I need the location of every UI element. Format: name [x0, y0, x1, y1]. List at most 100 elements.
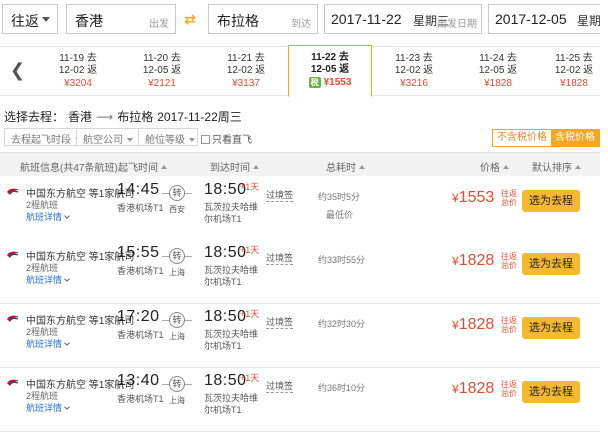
next-day-badge: +1天 — [240, 245, 260, 255]
depart-date-input[interactable]: 2017-11-22 星期三 出发日期 — [324, 4, 482, 34]
transit-info[interactable]: 转西安 — [162, 185, 192, 215]
trip-type-value: 往返 — [11, 13, 39, 29]
date-option[interactable]: 11-24 去 12-05 返 ¥1828 — [456, 47, 540, 95]
flight-price: ¥1828 — [452, 380, 494, 398]
chevron-left-icon[interactable]: ❮ — [10, 60, 25, 81]
table-header: 航班信息(共47条航班) 起飞时间 到达时间 总耗时 价格 默认排序 — [0, 152, 600, 176]
flight-detail-link[interactable]: 航班详情 — [26, 337, 70, 350]
excl-tax-button[interactable]: 不含税价格 — [493, 130, 551, 146]
date-option[interactable]: 11-21 去 12-02 返 ¥3137 — [204, 47, 288, 95]
flight-detail-label: 航班详情 — [26, 403, 63, 413]
flight-detail-link[interactable]: 航班详情 — [26, 210, 70, 223]
china-eastern-logo-icon — [7, 188, 19, 195]
choose-outbound-button[interactable]: 选为去程 — [522, 190, 580, 212]
date-return: 12-02 返 — [58, 65, 98, 76]
flight-detail-label: 航班详情 — [26, 212, 63, 222]
col-arrive-sort[interactable]: 到达时间 — [210, 159, 259, 174]
date-go: 11-25 去 — [555, 53, 593, 64]
transit-info[interactable]: 转上海 — [162, 312, 192, 342]
date-go: 11-21 去 — [227, 53, 265, 64]
price-value: 1828 — [458, 316, 495, 333]
col-price-sort[interactable]: 价格 — [480, 159, 509, 174]
from-city-label: 出发 — [149, 19, 169, 30]
transit-city: 上海 — [169, 396, 185, 405]
col-depart-label: 起飞时间 — [118, 163, 158, 174]
flight-price: ¥1828 — [452, 252, 494, 270]
transit-city: 上海 — [169, 268, 185, 277]
from-city-input[interactable]: 香港 出发 — [66, 4, 176, 34]
to-city-label: 到达 — [291, 19, 311, 30]
date-option[interactable]: 11-23 去 12-02 返 ¥3216 — [372, 47, 456, 95]
flight-count: (共47条航班) — [60, 163, 118, 174]
chevron-down-icon — [64, 276, 70, 282]
date-price: ¥1828 — [484, 78, 512, 89]
price-value: 1828 — [458, 380, 495, 397]
chevron-down-icon — [64, 404, 70, 410]
choose-outbound-button[interactable]: 选为去程 — [522, 317, 580, 339]
chevron-down-icon — [42, 17, 50, 22]
incl-tax-button[interactable]: 含税价格 — [551, 130, 599, 146]
date-return: 12-05 返 — [310, 64, 350, 75]
cabin-filter[interactable]: 舱位等级 — [138, 128, 198, 146]
price-value: 1828 — [458, 252, 495, 269]
date-option-selected[interactable]: 11-22 去 12-05 返 税 ¥1553 — [288, 45, 372, 97]
col-info: 航班信息(共47条航班) — [20, 159, 118, 174]
sort-up-icon — [575, 165, 581, 169]
flight-row: 中国东方航空 等1家航司 2程航班 航班详情 17:20 香港机场T1 转上海 18:50 +… — [0, 304, 600, 368]
transfer-icon: 转 — [169, 248, 185, 264]
flight-row: 中国东方航空 等1家航司 2程航班 航班详情 14:45 香港机场T1 转西安 18:50 +… — [0, 177, 600, 241]
depart-airport: 香港机场T1 — [117, 394, 164, 404]
transit-visa-link[interactable]: 过境签 — [266, 188, 294, 202]
depart-airport: 香港机场T1 — [117, 330, 164, 340]
filter-label: 航空公司 — [83, 135, 123, 146]
transit-info[interactable]: 转上海 — [162, 376, 192, 406]
next-day-badge: +1天 — [240, 373, 260, 383]
col-depart-sort[interactable]: 起飞时间 — [118, 159, 167, 174]
transit-visa-link[interactable]: 过境签 — [266, 315, 294, 329]
choose-outbound-button[interactable]: 选为去程 — [522, 253, 580, 275]
date-return: 12-02 返 — [226, 65, 266, 76]
depart-time-filter[interactable]: 去程起飞时段 — [4, 128, 81, 146]
date-price: ¥1828 — [560, 78, 588, 89]
swap-cities-icon[interactable]: ⇄ — [181, 10, 199, 28]
flight-detail-link[interactable]: 航班详情 — [26, 273, 70, 286]
col-duration-sort[interactable]: 总耗时 — [326, 159, 365, 174]
route-from: 香港 — [68, 110, 93, 124]
flight-detail-label: 航班详情 — [26, 275, 63, 285]
chevron-down-icon — [64, 340, 70, 346]
airline-filter[interactable]: 航空公司 — [76, 128, 140, 146]
date-return: 12-05 返 — [142, 65, 182, 76]
flight-detail-link[interactable]: 航班详情 — [26, 401, 70, 414]
transfer-icon: 转 — [169, 376, 185, 392]
transit-visa-link[interactable]: 过境签 — [266, 379, 294, 393]
date-option[interactable]: 11-20 去 12-05 返 ¥2121 — [120, 47, 204, 95]
to-city-input[interactable]: 布拉格 到达 — [208, 4, 318, 34]
arrow-right-icon: ⟶ — [96, 110, 114, 124]
depart-time: 17:20 — [117, 308, 160, 325]
transit-info[interactable]: 转上海 — [162, 248, 192, 278]
date-option[interactable]: 11-25 去 12-02 返 ¥1828 — [540, 47, 608, 95]
date-option[interactable]: 11-19 去 12-02 返 ¥3204 — [36, 47, 120, 95]
direct-only-checkbox[interactable]: 只看直飞 — [201, 131, 252, 146]
price-type: 往返总价 — [501, 380, 517, 398]
transit-city: 西安 — [169, 205, 185, 214]
col-arrive-label: 到达时间 — [210, 163, 250, 174]
arrive-airport: 瓦茨拉夫哈维尔机场T1 — [204, 265, 259, 287]
depart-date-label: 出发日期 — [437, 19, 477, 30]
date-return: 12-05 返 — [478, 65, 518, 76]
arrive-airport: 瓦茨拉夫哈维尔机场T1 — [204, 393, 259, 415]
choose-outbound-button[interactable]: 选为去程 — [522, 381, 580, 403]
transfer-icon: 转 — [169, 185, 185, 201]
flight-price: ¥1828 — [452, 316, 494, 334]
total-duration: 约32时30分 — [318, 319, 366, 329]
col-default-sort[interactable]: 默认排序 — [532, 159, 581, 174]
date-price: ¥2121 — [148, 78, 176, 89]
china-eastern-logo-icon — [7, 379, 19, 386]
transit-visa-link[interactable]: 过境签 — [266, 251, 294, 265]
return-date-value: 2017-12-05 — [495, 11, 567, 27]
tax-tag-icon: 税 — [308, 77, 321, 88]
date-return: 12-02 返 — [554, 65, 594, 76]
trip-type-select[interactable]: 往返 — [2, 4, 58, 34]
currency-symbol: ¥ — [452, 254, 459, 268]
return-date-input[interactable]: 2017-12-05 星期二 — [488, 4, 608, 34]
